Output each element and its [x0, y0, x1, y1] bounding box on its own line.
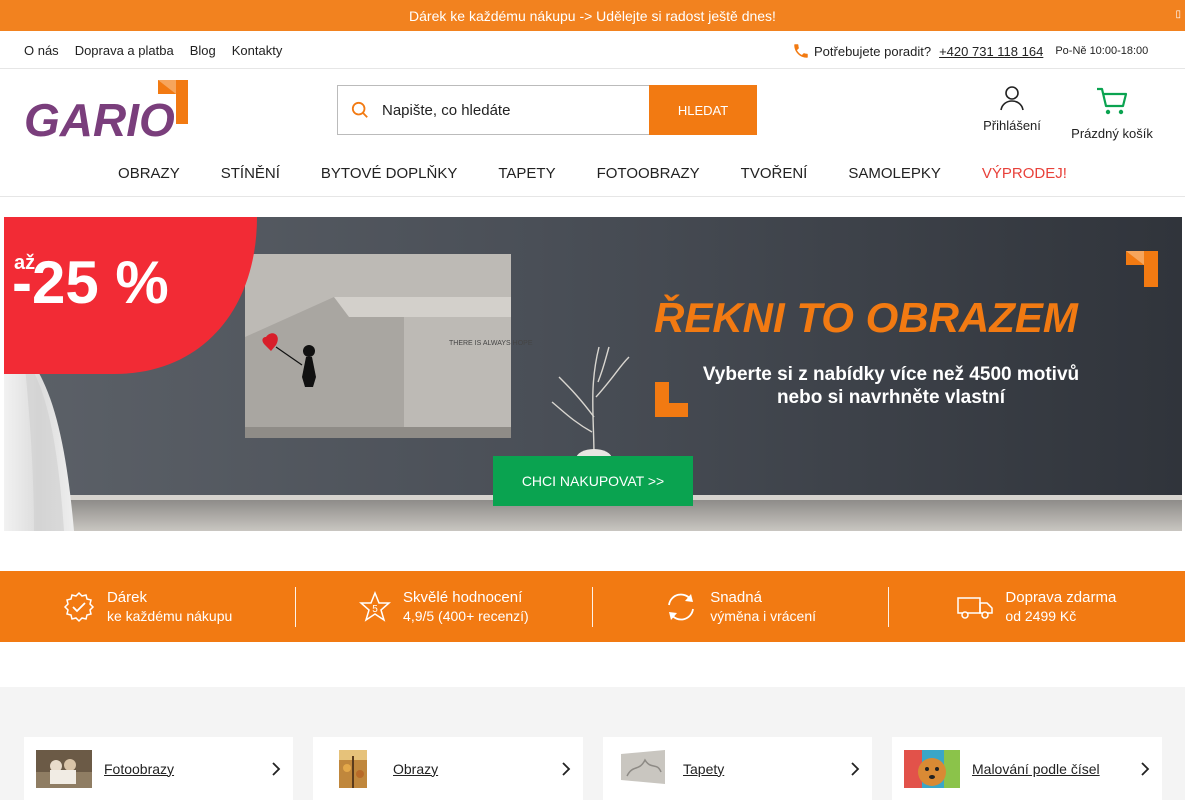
obrazy-thumbnail	[339, 749, 367, 788]
cart-icon	[1097, 87, 1128, 115]
benefit-gift-text: ke každému nákupu	[106, 608, 233, 624]
painting-image: THERE IS ALWAYS HOPE	[245, 254, 533, 438]
benefit-rating-title: Skvělé hodnocení	[403, 589, 523, 606]
benefit-shipping-title: Doprava zdarma	[1005, 589, 1117, 606]
chevron-right-icon	[562, 762, 571, 776]
login-button[interactable]: Přihlášení	[980, 84, 1044, 133]
benefit-return-text: výměna i vrácení	[710, 608, 817, 624]
link-about[interactable]: O nás	[16, 43, 67, 58]
nav-bytove-doplnky[interactable]: BYTOVÉ DOPLŇKY	[300, 165, 477, 182]
benefit-rating: 5 Skvělé hodnocení 4,9/5 (400+ recenzí)	[296, 586, 593, 627]
benefit-gift-title: Dárek	[106, 589, 147, 606]
close-icon[interactable]: ▯	[1175, 9, 1181, 20]
badge-check-icon	[63, 591, 95, 622]
hero-banner[interactable]: THERE IS ALWAYS HOPE až -25 % ŘEKNI TO O…	[4, 217, 1182, 531]
search-input[interactable]	[382, 101, 642, 119]
star-icon: 5	[359, 590, 392, 622]
promo-message[interactable]: Dárek ke každému nákupu -> Udělejte si r…	[409, 8, 776, 24]
cart-label: Prázdný košík	[1071, 126, 1153, 141]
refresh-icon	[668, 593, 695, 620]
category-label[interactable]: Tapety	[683, 761, 724, 777]
phone-icon	[794, 44, 808, 58]
hero-subtitle-2: nebo si navrhněte vlastní	[777, 387, 1006, 408]
gario-logo[interactable]: GARIO	[24, 80, 188, 146]
hero-subtitle-1: Vyberte si z nabídky více než 4500 motiv…	[703, 364, 1079, 385]
search-button[interactable]: HLEDAT	[649, 85, 757, 135]
help-text: Potřebujete poradit?	[814, 43, 932, 59]
category-tapety[interactable]: Tapety	[603, 737, 872, 800]
malovani-thumbnail	[904, 749, 960, 788]
chevron-right-icon	[272, 762, 281, 776]
category-label[interactable]: Fotoobrazy	[104, 761, 174, 777]
search-icon	[338, 101, 382, 119]
shop-now-button[interactable]: CHCI NAKUPOVAT >>	[493, 456, 693, 506]
nav-tapety[interactable]: TAPETY	[478, 165, 576, 182]
category-section: Fotoobrazy Obrazy Tapety Malování podle …	[0, 687, 1185, 800]
category-malovani[interactable]: Malování podle čísel	[892, 737, 1162, 800]
benefits-strip: Dárek ke každému nákupu 5 Skvělé hodnoce…	[0, 571, 1185, 642]
painting-caption: THERE IS ALWAYS HOPE	[449, 340, 533, 347]
chevron-right-icon	[1141, 762, 1150, 776]
category-obrazy[interactable]: Obrazy	[313, 737, 583, 800]
chevron-right-icon	[851, 762, 860, 776]
svg-text:5: 5	[372, 604, 378, 615]
search-box	[337, 85, 650, 135]
logo-text: GARIO	[24, 94, 175, 140]
link-shipping[interactable]: Doprava a platba	[67, 43, 182, 58]
nav-fotoobrazy[interactable]: FOTOOBRAZY	[576, 165, 720, 182]
nav-tvoreni[interactable]: TVOŘENÍ	[720, 165, 828, 182]
info-bar: O nás Doprava a platba Blog Kontakty Pot…	[0, 31, 1185, 69]
badge-big-text: -25 %	[12, 249, 169, 316]
user-icon	[1000, 86, 1024, 111]
benefit-shipping: Doprava zdarma od 2499 Kč	[889, 587, 1185, 627]
link-contacts[interactable]: Kontakty	[224, 43, 291, 58]
nav-stineni[interactable]: STÍNĚNÍ	[200, 165, 300, 182]
benefit-return-title: Snadná	[710, 589, 762, 606]
info-links: O nás Doprava a platba Blog Kontakty	[16, 43, 290, 58]
link-blog[interactable]: Blog	[182, 43, 224, 58]
fotoobrazy-thumbnail	[36, 749, 92, 788]
phone-link[interactable]: +420 731 118 164	[939, 44, 1043, 59]
opening-hours: Po-Ně 10:00-18:00	[1055, 45, 1149, 57]
nav-obrazy[interactable]: OBRAZY	[98, 165, 201, 182]
benefit-shipping-text: od 2499 Kč	[1005, 608, 1077, 624]
promo-bar[interactable]: Dárek ke každému nákupu -> Udělejte si r…	[0, 0, 1185, 31]
search-area: HLEDAT	[337, 85, 757, 135]
main-nav: OBRAZY STÍNĚNÍ BYTOVÉ DOPLŇKY TAPETY FOT…	[0, 152, 1185, 197]
nav-vyprodej[interactable]: VÝPRODEJ!	[961, 165, 1087, 182]
cart-button[interactable]: Prázdný košík	[1066, 86, 1158, 141]
login-label: Přihlášení	[983, 118, 1041, 133]
truck-icon	[957, 596, 994, 619]
category-label[interactable]: Obrazy	[393, 761, 438, 777]
benefit-return: Snadná výměna i vrácení	[593, 586, 889, 627]
benefit-gift: Dárek ke každému nákupu	[0, 586, 297, 627]
category-label[interactable]: Malování podle čísel	[972, 761, 1100, 777]
tapety-thumbnail	[621, 749, 665, 784]
nav-samolepky[interactable]: SAMOLEPKY	[828, 165, 962, 182]
hero-headline: ŘEKNI TO OBRAZEM	[654, 293, 1079, 341]
category-fotoobrazy[interactable]: Fotoobrazy	[24, 737, 293, 800]
contact-info: Potřebujete poradit? +420 731 118 164 Po…	[792, 42, 1148, 60]
benefit-rating-text: 4,9/5 (400+ recenzí)	[403, 608, 529, 624]
